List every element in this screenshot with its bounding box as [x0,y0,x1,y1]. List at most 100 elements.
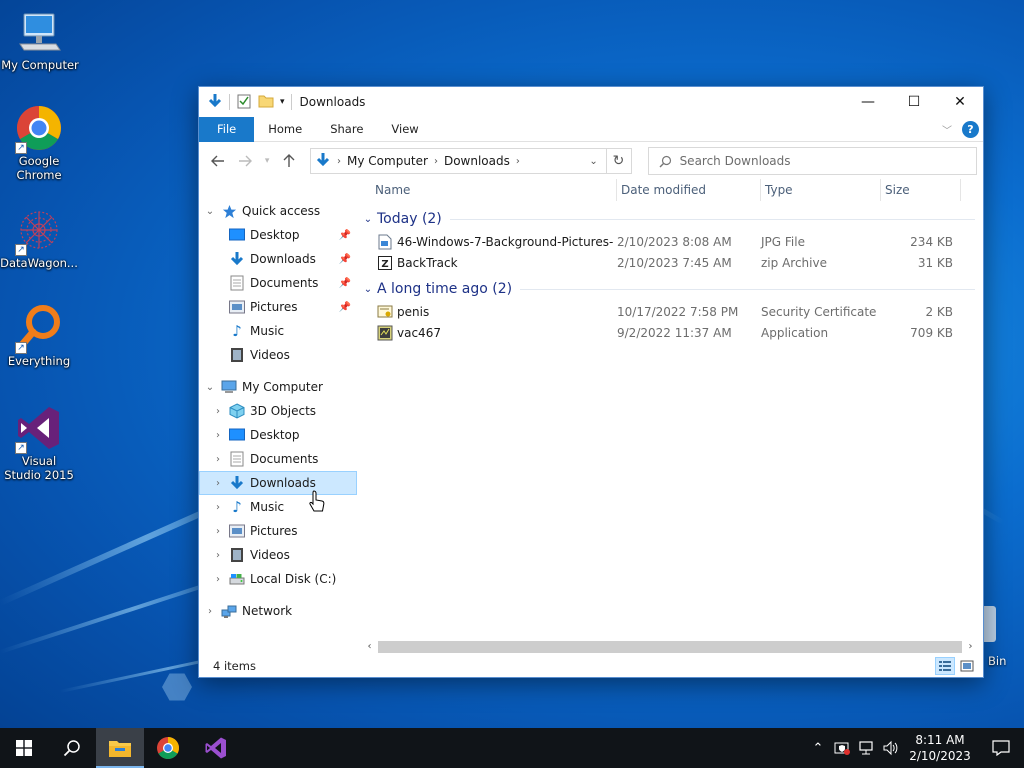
nav-desktop[interactable]: › Desktop [199,423,357,447]
nav-local-disk[interactable]: › Local Disk (C:) [199,567,357,591]
tab-home[interactable]: Home [254,117,316,142]
search-icon [659,155,671,167]
expand-chevron-icon[interactable]: › [199,606,221,617]
nav-my-computer[interactable]: ⌄ My Computer [199,375,357,399]
start-button[interactable] [0,728,48,768]
desktop-icon-visual-studio[interactable]: ↗ Visual Studio 2015 [0,404,79,482]
music-icon: ♪ [232,322,242,340]
nav-music[interactable]: › ♪ Music [199,495,357,519]
nav-quick-access[interactable]: ⌄ Quick access [199,199,357,223]
downloads-arrow-icon [315,152,331,171]
group-header-long-time-ago[interactable]: ⌄ A long time ago (2) [357,277,983,301]
up-button[interactable] [279,150,300,172]
file-row[interactable]: Z BackTrack 2/10/2023 7:45 AM zip Archiv… [357,252,983,273]
large-icons-view-button[interactable] [957,657,977,675]
breadcrumb-downloads[interactable]: Downloads [444,154,510,168]
clock[interactable]: 8:11 AM 2/10/2023 [902,732,978,764]
tab-file[interactable]: File [199,116,255,142]
expand-chevron-icon[interactable]: › [207,478,229,489]
taskbar-file-explorer[interactable] [96,728,144,768]
network-icon[interactable] [854,740,878,756]
nav-videos[interactable]: › Videos [199,543,357,567]
nav-network[interactable]: › Network [199,599,357,623]
nav-3d-objects[interactable]: › 3D Objects [199,399,357,423]
expand-chevron-icon[interactable]: › [207,550,229,561]
expand-chevron-icon[interactable]: › [207,430,229,441]
tab-share[interactable]: Share [316,117,377,142]
breadcrumb-my-computer[interactable]: My Computer [347,154,428,168]
address-dropdown-icon[interactable]: ⌄ [582,149,606,173]
pin-icon[interactable]: 📌 [339,302,351,313]
nav-quick-documents[interactable]: Documents 📌 [199,271,357,295]
nav-quick-desktop[interactable]: Desktop 📌 [199,223,357,247]
properties-icon[interactable] [236,93,252,112]
help-icon[interactable]: ? [962,120,979,138]
file-row[interactable]: penis 10/17/2022 7:58 PM Security Certif… [357,301,983,322]
collapse-chevron-icon[interactable]: ⌄ [359,214,377,225]
expand-chevron-icon[interactable]: › [207,574,229,585]
group-header-today[interactable]: ⌄ Today (2) [357,207,983,231]
chrome-icon: ↗ [15,104,63,154]
search-box[interactable] [647,147,977,175]
recent-locations-button[interactable]: ▾ [261,150,273,172]
forward-button[interactable] [234,150,255,172]
column-header-date-modified[interactable]: Date modified [617,179,761,201]
desktop-icon-my-computer[interactable]: My Computer [0,8,80,72]
taskbar-visual-studio[interactable] [192,728,240,768]
column-header-name[interactable]: Name [357,179,617,201]
desktop-icon-recycle-bin[interactable]: Bin [984,604,1024,674]
tab-view[interactable]: View [377,117,432,142]
scrollbar-thumb[interactable] [378,640,962,653]
desktop-icon-everything[interactable]: ↗ Everything [0,304,79,368]
breadcrumb-separator-icon[interactable]: › [337,156,341,167]
scroll-right-icon[interactable]: › [962,641,979,652]
column-header-type[interactable]: Type [761,179,881,201]
desktop-icon-datawagon[interactable]: ↗ DataWagon... [0,206,79,270]
expand-chevron-icon[interactable]: › [207,526,229,537]
nav-quick-music[interactable]: ♪ Music [199,319,357,343]
title-bar[interactable]: ▾ Downloads — ☐ ✕ [199,87,983,117]
nav-documents[interactable]: › Documents [199,447,357,471]
file-row[interactable]: vac467 9/2/2022 11:37 AM Application 709… [357,322,983,343]
back-arrow-icon [210,155,224,167]
expand-ribbon-icon[interactable]: ﹀ [942,122,952,137]
back-button[interactable] [207,150,228,172]
expand-chevron-icon[interactable]: › [207,454,229,465]
expand-chevron-icon[interactable]: › [207,406,229,417]
show-hidden-icons-chevron-icon[interactable]: ⌃ [806,741,830,756]
new-folder-icon[interactable] [258,93,274,112]
nav-downloads[interactable]: › Downloads [199,471,357,495]
pin-icon[interactable]: 📌 [339,230,351,241]
nav-pictures[interactable]: › Pictures [199,519,357,543]
pin-icon[interactable]: 📌 [339,278,351,289]
desktop-icon-google-chrome[interactable]: ↗ Google Chrome [0,104,79,182]
horizontal-scrollbar[interactable]: ‹ › [361,638,979,655]
scroll-left-icon[interactable]: ‹ [361,641,378,652]
customize-qat-icon[interactable]: ▾ [280,97,285,107]
nav-quick-downloads[interactable]: Downloads 📌 [199,247,357,271]
expand-chevron-icon[interactable]: › [207,502,229,513]
collapse-chevron-icon[interactable]: ⌄ [359,284,377,295]
nav-quick-videos[interactable]: Videos [199,343,357,367]
address-bar[interactable]: › My Computer › Downloads › ⌄ [310,148,607,174]
collapse-chevron-icon[interactable]: ⌄ [199,382,221,393]
everything-search-icon: ↗ [15,304,63,354]
pin-icon[interactable]: 📌 [339,254,351,265]
file-row[interactable]: 46-Windows-7-Background-Pictures-on-... … [357,231,983,252]
security-shield-icon[interactable] [830,740,854,756]
breadcrumb-separator-icon[interactable]: › [516,156,520,167]
refresh-button[interactable]: ↻ [606,148,632,174]
nav-quick-pictures[interactable]: Pictures 📌 [199,295,357,319]
taskbar-google-chrome[interactable] [144,728,192,768]
breadcrumb-separator-icon[interactable]: › [434,156,438,167]
collapse-chevron-icon[interactable]: ⌄ [199,206,221,217]
details-view-button[interactable] [935,657,955,675]
volume-icon[interactable] [878,740,902,756]
search-input[interactable] [679,154,960,168]
close-button[interactable]: ✕ [937,87,983,117]
search-button[interactable] [48,728,96,768]
column-header-size[interactable]: Size [881,179,961,201]
action-center-button[interactable] [978,740,1024,756]
minimize-button[interactable]: — [845,87,891,117]
maximize-button[interactable]: ☐ [891,87,937,117]
